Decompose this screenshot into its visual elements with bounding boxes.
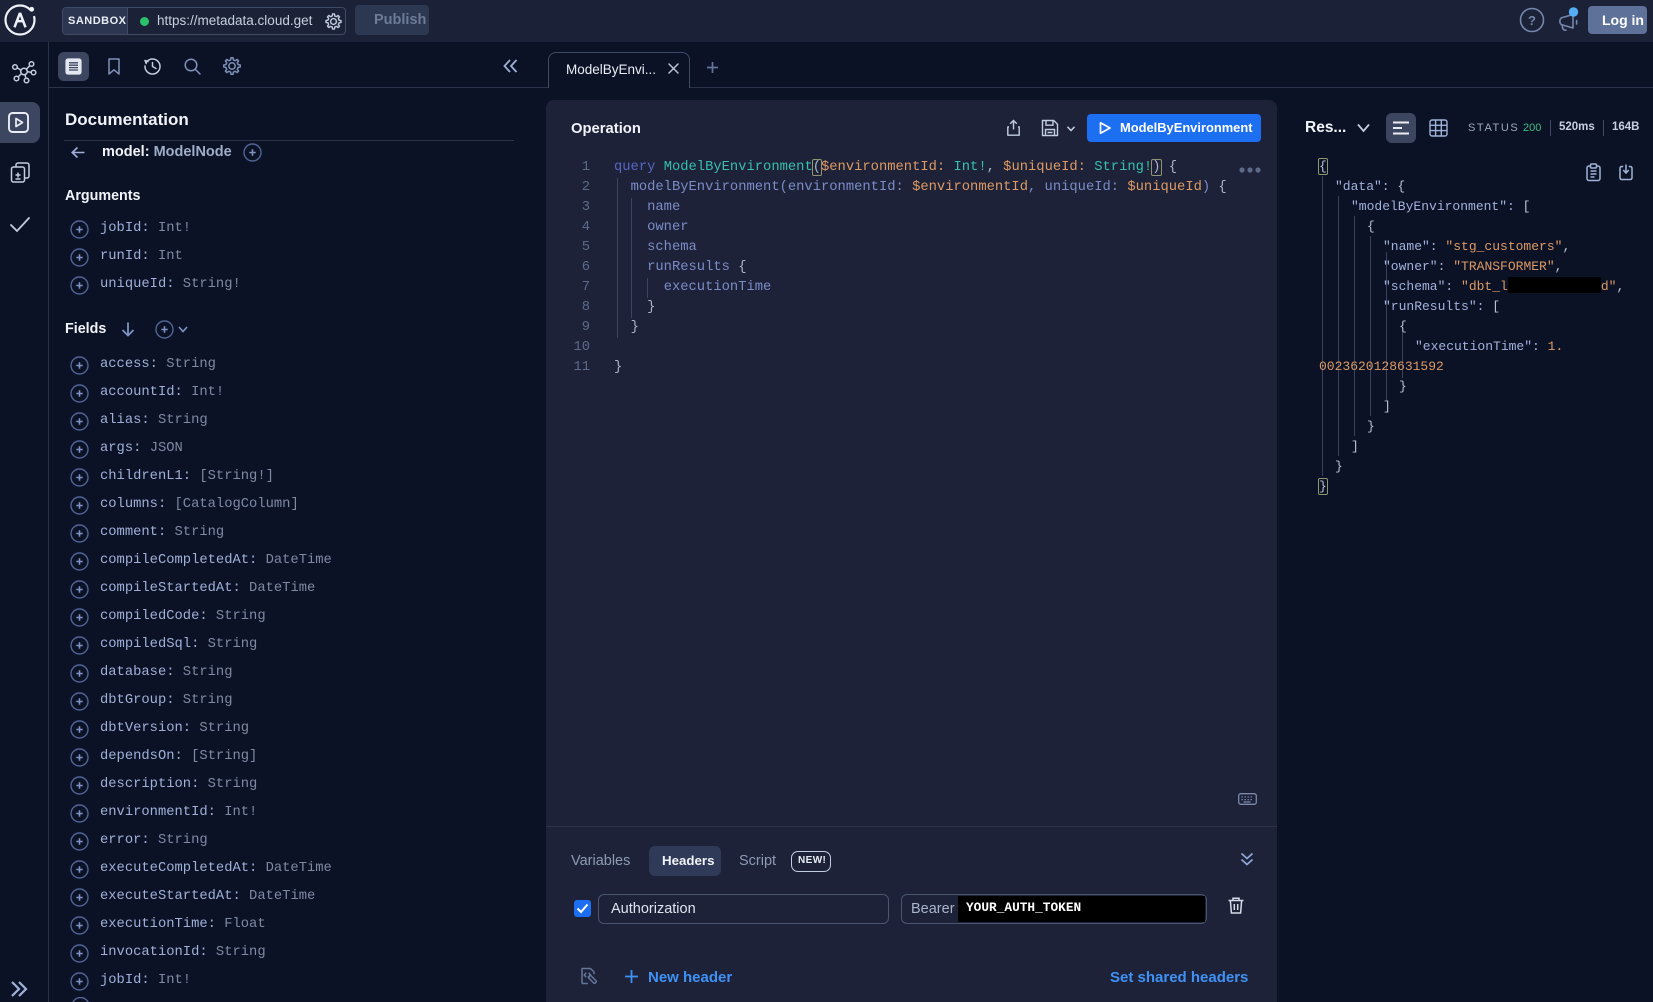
svg-text:?: ? [1528, 13, 1536, 28]
